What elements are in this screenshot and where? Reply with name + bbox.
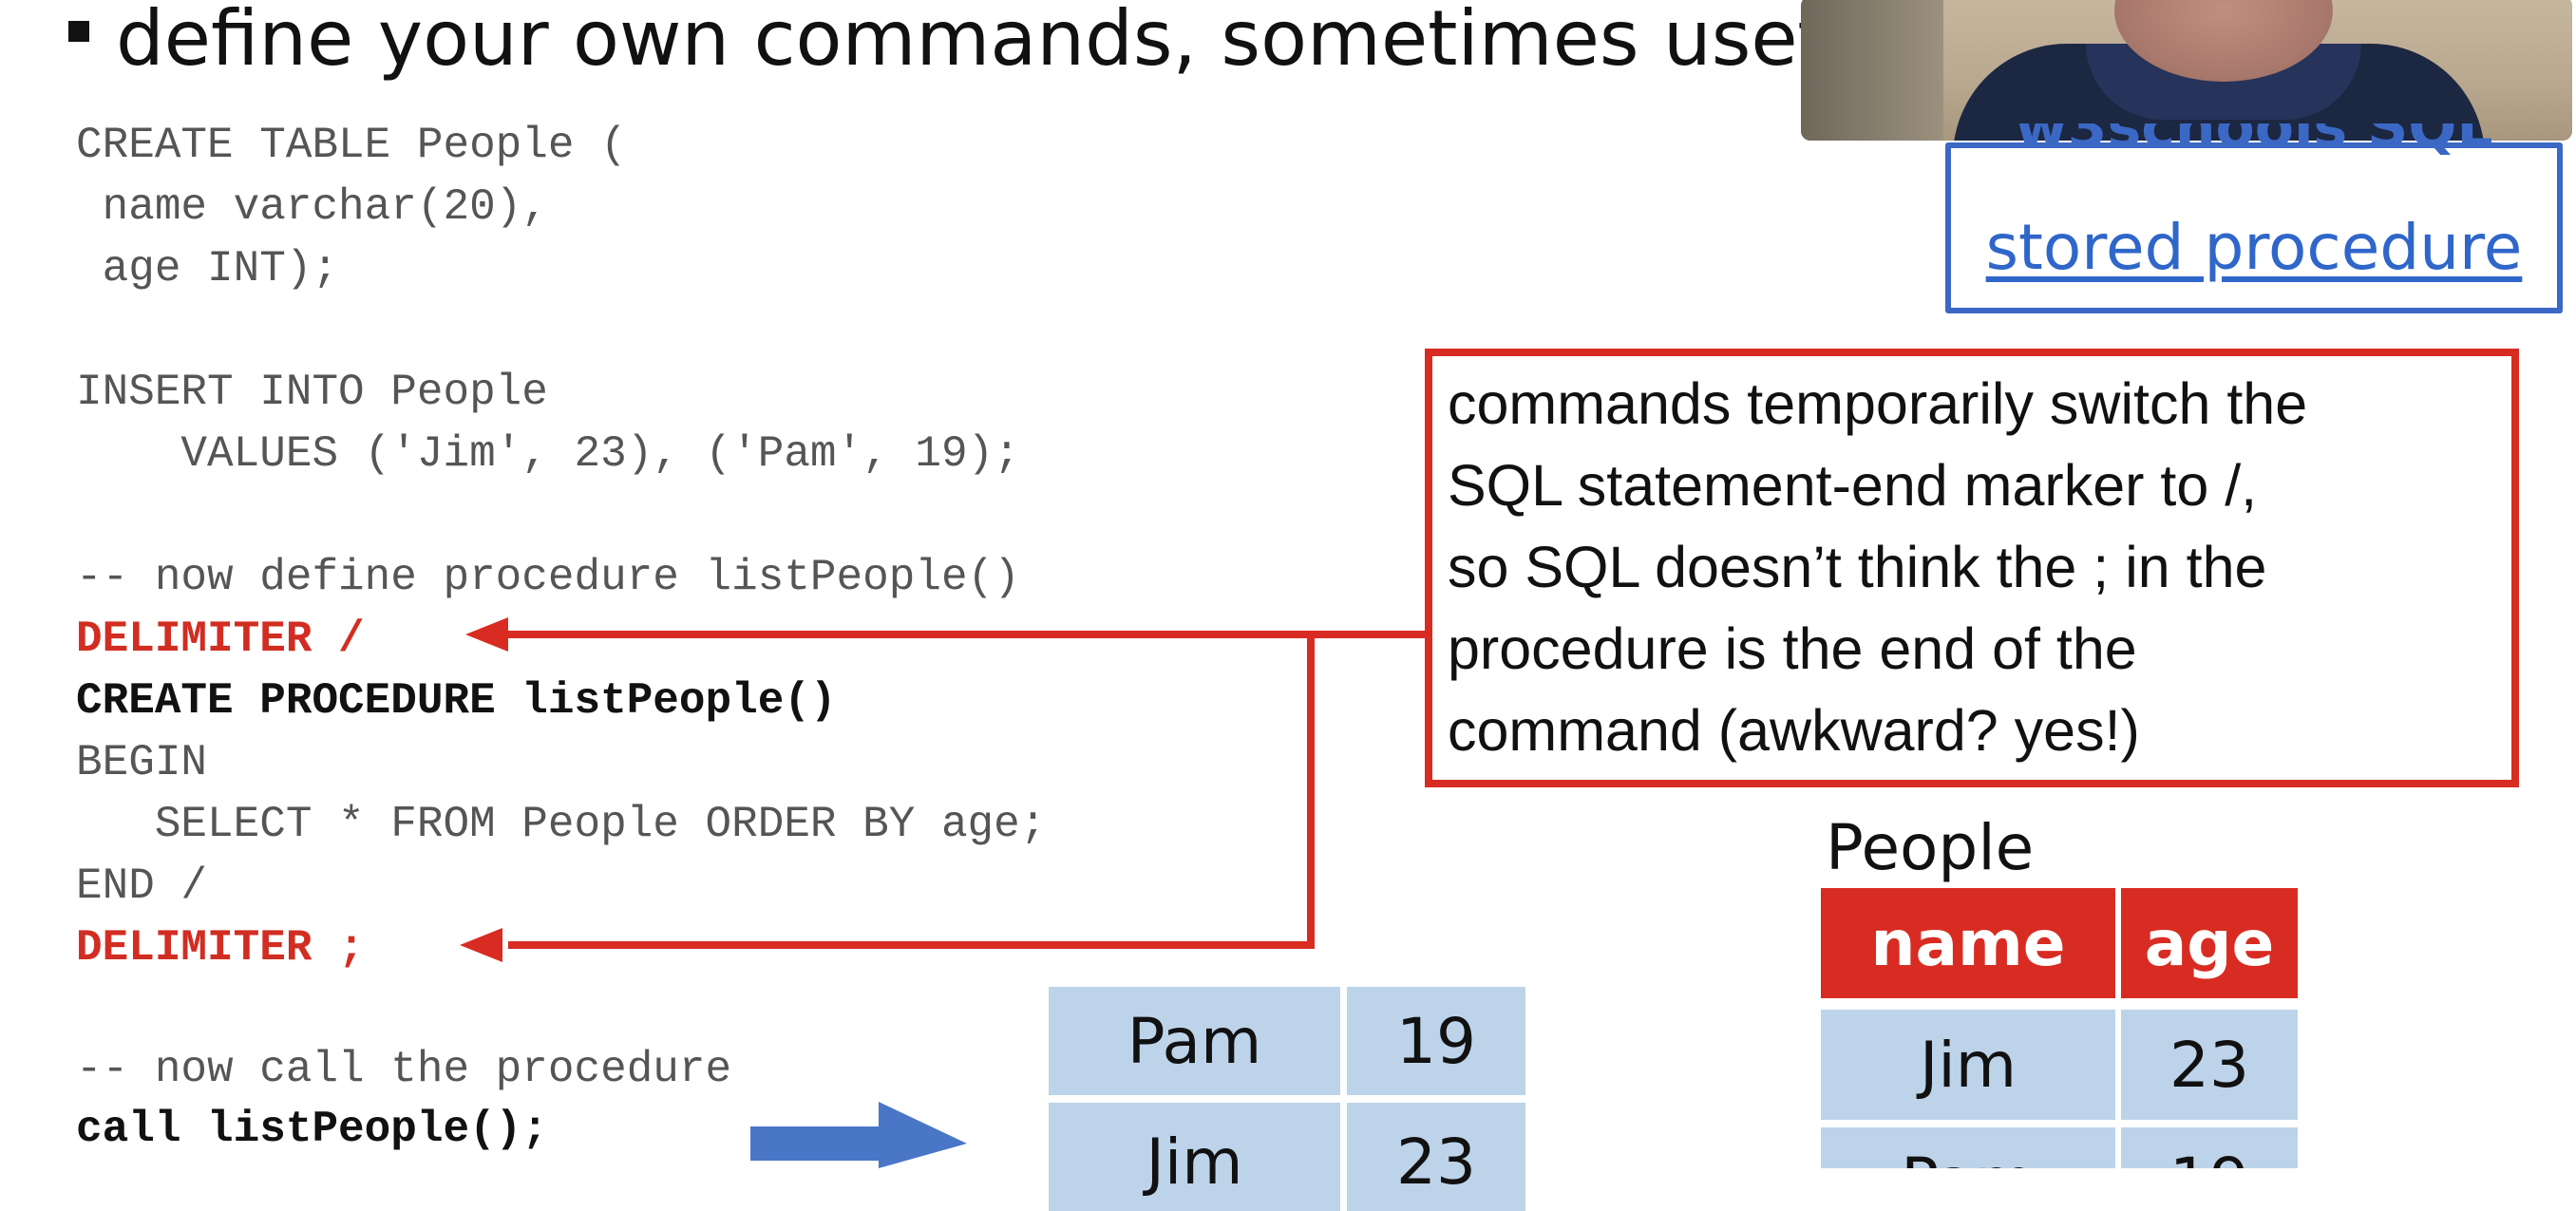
delimiter-line: DELIMITER ; bbox=[76, 923, 365, 973]
code-line: VALUES ('Jim', 23), ('Pam', 19); bbox=[76, 429, 1020, 479]
webcam-background bbox=[1801, 0, 1943, 141]
result-cell-name: Pam bbox=[1049, 987, 1340, 1095]
result-cell-age: 23 bbox=[1347, 1103, 1525, 1211]
result-cell-age: 19 bbox=[1347, 987, 1525, 1095]
arrowhead-icon bbox=[465, 617, 508, 652]
annotation-line: command (awkward? yes!) bbox=[1448, 698, 2140, 763]
column-header-name: name bbox=[1821, 888, 2115, 998]
code-line: CREATE TABLE People ( bbox=[76, 121, 627, 170]
arrowhead-icon bbox=[460, 928, 502, 962]
code-line: age INT); bbox=[76, 244, 339, 293]
people-cell-name: Jim bbox=[1821, 1010, 2115, 1120]
slide-heading: define your own commands, sometimes usef… bbox=[116, 0, 1894, 83]
annotation-line: commands temporarily switch the bbox=[1448, 371, 2308, 436]
annotation-line: procedure is the end of the bbox=[1448, 616, 2137, 681]
people-table-title: People bbox=[1826, 811, 2035, 884]
code-comment: -- now call the procedure bbox=[76, 1045, 732, 1094]
code-line: END / bbox=[76, 861, 208, 911]
people-cell-age: 19 bbox=[2121, 1127, 2298, 1168]
code-line: name varchar(20), bbox=[76, 182, 548, 232]
stored-procedure-link[interactable]: stored procedure bbox=[1945, 211, 2563, 284]
webcam-video bbox=[1801, 0, 2572, 141]
annotation-line: so SQL doesn’t think the ; in the bbox=[1448, 535, 2267, 599]
result-arrow-icon bbox=[750, 1102, 967, 1168]
bullet-icon bbox=[68, 21, 89, 42]
result-cell-name: Jim bbox=[1049, 1103, 1340, 1211]
w3schools-title: w3schools SQL bbox=[2015, 123, 2493, 161]
people-cell-name: Pam bbox=[1821, 1127, 2115, 1168]
code-line: BEGIN bbox=[76, 738, 208, 787]
code-line: call listPeople(); bbox=[76, 1105, 548, 1154]
people-cell-age: 23 bbox=[2121, 1010, 2298, 1120]
column-header-age: age bbox=[2121, 888, 2298, 998]
code-line: CREATE PROCEDURE listPeople() bbox=[76, 676, 837, 726]
annotation-line: SQL statement-end marker to /, bbox=[1448, 453, 2258, 518]
delimiter-line: DELIMITER / bbox=[76, 615, 365, 664]
code-comment: -- now define procedure listPeople() bbox=[76, 553, 1020, 602]
code-line: SELECT * FROM People ORDER BY age; bbox=[76, 800, 1047, 849]
code-line: INSERT INTO People bbox=[76, 368, 548, 417]
